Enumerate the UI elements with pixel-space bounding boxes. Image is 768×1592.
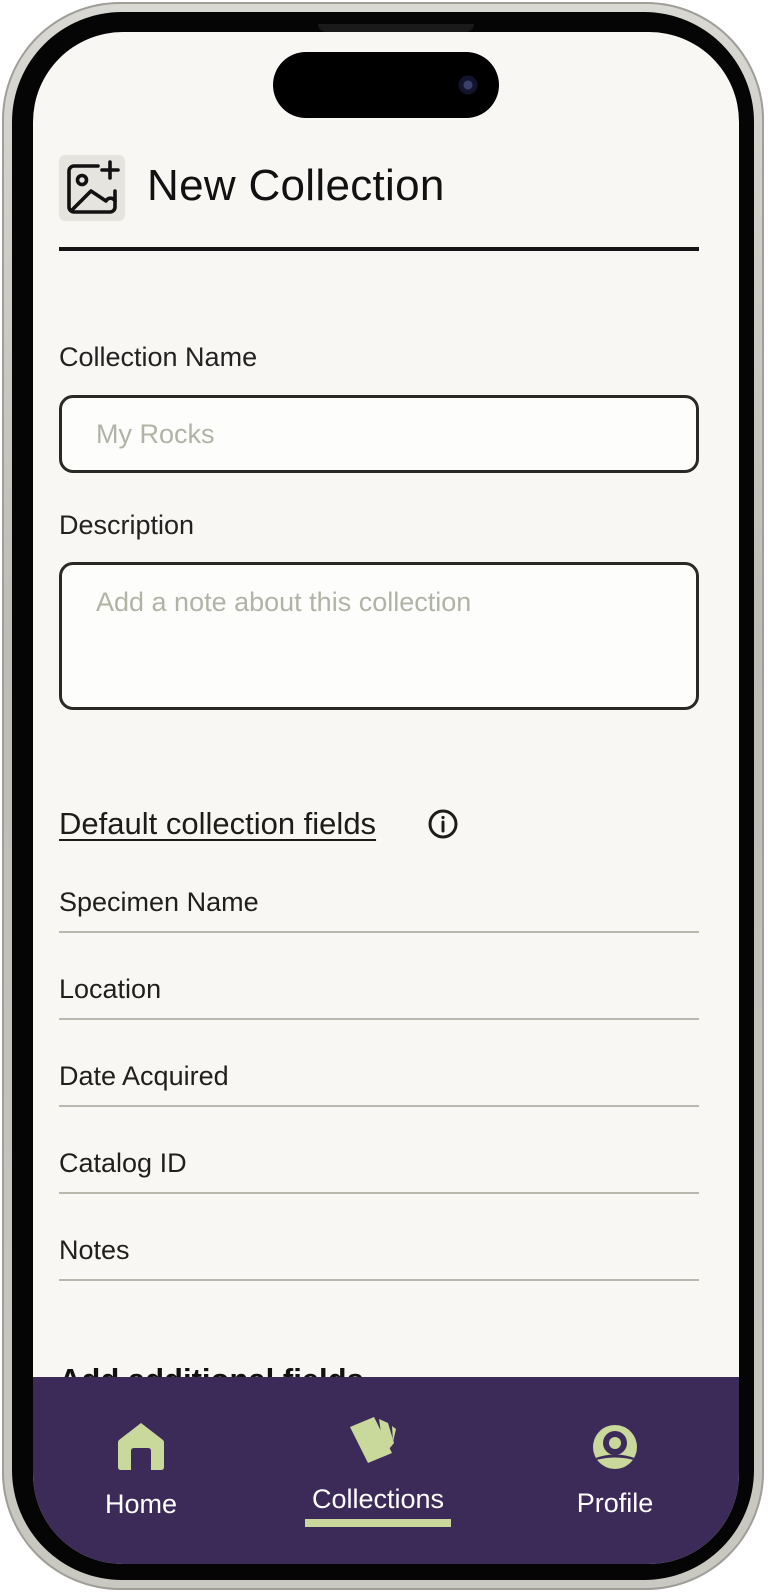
default-field-label: Specimen Name [59, 887, 259, 917]
field-divider [59, 1279, 699, 1281]
collection-name-field[interactable] [59, 395, 699, 473]
app-screen: New Collection Collection Name Descripti… [33, 32, 739, 1564]
bottom-nav: Home Collections Profile [33, 1377, 739, 1564]
default-field-label: Date Acquired [59, 1061, 229, 1091]
nav-home[interactable]: Home [91, 1377, 191, 1564]
header-divider [59, 247, 699, 251]
field-divider [59, 1105, 699, 1107]
description-field[interactable] [59, 562, 699, 710]
info-icon[interactable] [427, 808, 459, 845]
description-label: Description [59, 510, 195, 540]
page-title: New Collection [147, 161, 445, 210]
user-circle-icon [593, 1425, 637, 1469]
nav-profile[interactable]: Profile [565, 1377, 665, 1564]
default-field-label: Location [59, 974, 162, 1004]
field-divider [59, 1192, 699, 1194]
description-textarea[interactable] [62, 565, 696, 707]
nav-collections[interactable]: Collections [303, 1377, 453, 1564]
speaker-slot [318, 24, 474, 32]
default-field-row[interactable]: Specimen Name [59, 877, 699, 964]
default-field-row[interactable]: Notes [59, 1225, 699, 1312]
field-divider [59, 1018, 699, 1020]
image-plus-icon [59, 155, 125, 221]
default-field-row[interactable]: Location [59, 964, 699, 1051]
nav-profile-label: Profile [576, 1488, 654, 1518]
dynamic-island [273, 52, 499, 118]
active-tab-indicator [305, 1519, 451, 1527]
default-field-label: Catalog ID [59, 1148, 187, 1178]
default-field-label: Notes [59, 1235, 130, 1265]
cards-icon [350, 1417, 396, 1463]
collection-name-input[interactable] [62, 398, 696, 470]
default-field-row[interactable]: Date Acquired [59, 1051, 699, 1138]
default-field-row[interactable]: Catalog ID [59, 1138, 699, 1225]
collection-name-label: Collection Name [59, 342, 258, 372]
front-camera-icon [457, 74, 479, 96]
nav-home-label: Home [104, 1489, 178, 1519]
field-divider [59, 931, 699, 933]
default-fields-heading[interactable]: Default collection fields [59, 806, 376, 842]
page-header: New Collection [59, 155, 699, 251]
nav-collections-label: Collections [311, 1484, 445, 1514]
home-icon [118, 1423, 164, 1470]
